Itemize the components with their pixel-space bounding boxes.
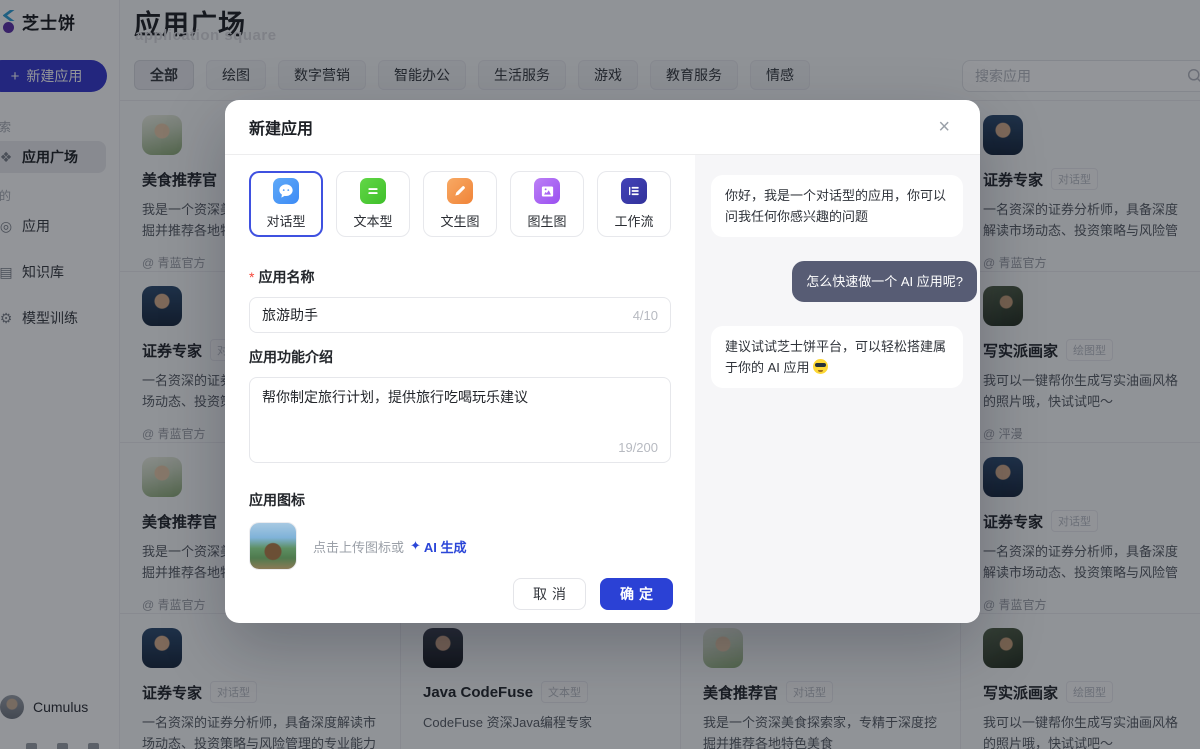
bot-message: 建议试试芝士饼平台，可以轻松搭建属于你的 AI 应用 — [711, 326, 963, 388]
type-card-chat[interactable]: 对话型 — [249, 171, 323, 237]
app-icon-thumbnail[interactable] — [249, 522, 297, 570]
type-label: 图生图 — [527, 211, 566, 230]
chat-preview-panel: 你好，我是一个对话型的应用，你可以问我任何你感兴趣的问题 怎么快速做一个 AI … — [695, 155, 980, 623]
modal-header: 新建应用 × — [225, 100, 980, 155]
modal-footer: 取消 确定 — [513, 578, 673, 610]
image-icon — [534, 178, 560, 204]
type-card-image-to-image[interactable]: 图生图 — [510, 171, 584, 237]
type-card-text[interactable]: 文本型 — [336, 171, 410, 237]
close-icon[interactable]: × — [932, 115, 956, 139]
app-root: 芝士饼 + 新建应用 探索 ❖ 应用广场 我的 ◎ 应用 ▤ 知识库 ⚙ — [0, 0, 1200, 749]
sunglasses-emoji — [813, 359, 828, 374]
chat-bubble-icon — [273, 178, 299, 204]
app-type-selector: 对话型 文本型 文生图 — [249, 171, 671, 237]
new-app-modal: 新建应用 × 对话型 文本型 — [225, 100, 980, 623]
type-label: 文本型 — [353, 211, 392, 230]
modal-title: 新建应用 — [249, 115, 313, 139]
app-icon-row: 点击上传图标或 ✦ AI 生成 — [249, 522, 671, 570]
app-desc-text: 帮你制定旅行计划，提供旅行吃喝玩乐建议 — [262, 387, 658, 408]
user-message: 怎么快速做一个 AI 应用呢? — [792, 261, 977, 302]
required-asterisk: * — [249, 269, 254, 285]
app-desc-field[interactable]: 帮你制定旅行计划，提供旅行吃喝玩乐建议 19/200 — [249, 377, 671, 463]
type-label: 对话型 — [266, 211, 305, 230]
bot-message: 你好，我是一个对话型的应用，你可以问我任何你感兴趣的问题 — [711, 175, 963, 237]
type-card-text-to-image[interactable]: 文生图 — [423, 171, 497, 237]
cancel-button[interactable]: 取消 — [513, 578, 586, 610]
app-icon-label: 应用图标 — [249, 490, 671, 510]
type-label: 工作流 — [614, 211, 653, 230]
type-label: 文生图 — [440, 211, 479, 230]
ai-generate-link[interactable]: ✦ AI 生成 — [410, 537, 467, 556]
upload-hint: 点击上传图标或 ✦ AI 生成 — [313, 537, 467, 556]
pen-icon — [447, 178, 473, 204]
text-lines-icon — [360, 178, 386, 204]
modal-body: 对话型 文本型 文生图 — [225, 155, 980, 623]
desc-char-counter: 19/200 — [618, 440, 658, 455]
workflow-list-icon — [621, 178, 647, 204]
app-name-field[interactable]: 4/10 — [249, 297, 671, 333]
type-card-workflow[interactable]: 工作流 — [597, 171, 671, 237]
sparkle-icon: ✦ — [410, 538, 421, 554]
confirm-button[interactable]: 确定 — [600, 578, 673, 610]
app-desc-label: 应用功能介绍 — [249, 347, 671, 367]
app-name-input[interactable] — [262, 307, 633, 323]
app-name-label: * 应用名称 — [249, 267, 671, 287]
new-app-form: 对话型 文本型 文生图 — [225, 155, 695, 623]
name-char-counter: 4/10 — [633, 308, 658, 323]
